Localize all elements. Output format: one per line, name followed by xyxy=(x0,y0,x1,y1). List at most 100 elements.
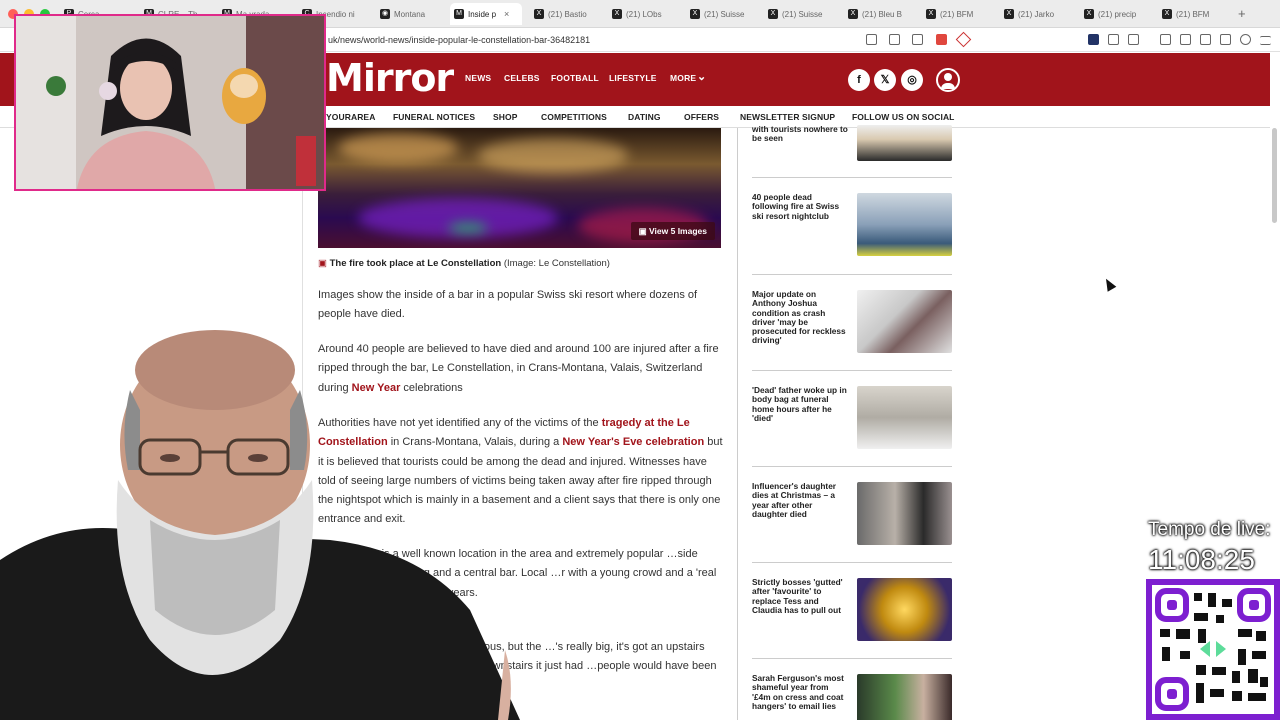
sidebar-story[interactable]: 'Dead' father woke up in body bag at fun… xyxy=(752,385,952,466)
tab-favicon-icon: X xyxy=(848,9,858,19)
facebook-icon[interactable]: f xyxy=(848,69,870,91)
new-years-eve-link[interactable]: New Year's Eve celebration xyxy=(562,436,704,448)
extension-icon[interactable] xyxy=(1088,34,1099,45)
sidebar-story-title[interactable]: Strictly bosses 'gutted' after 'favourit… xyxy=(752,577,848,615)
sidebar-separator xyxy=(752,562,952,563)
subnav-competitions[interactable]: COMPETITIONS xyxy=(541,112,607,122)
reader-icon[interactable] xyxy=(866,34,877,45)
live-timer: 11:08:25 xyxy=(1148,544,1255,575)
share-icon[interactable] xyxy=(912,34,923,45)
sidebar-story-thumbnail[interactable] xyxy=(857,290,952,353)
leo-icon[interactable] xyxy=(1220,34,1231,45)
nav-news[interactable]: NEWS xyxy=(465,73,491,83)
tab-favicon-icon: X xyxy=(1004,9,1014,19)
rewards-icon[interactable] xyxy=(955,31,972,48)
sidebar-story-thumbnail[interactable] xyxy=(857,578,952,641)
tab-favicon-icon: X xyxy=(1084,9,1094,19)
sidebar-story-title[interactable]: with tourists nowhere to be seen xyxy=(752,124,848,144)
camera-icon: ▣ xyxy=(638,226,650,236)
view-images-button[interactable]: ▣ View 5 Images xyxy=(630,222,715,240)
sidebar-separator xyxy=(752,177,952,178)
browser-tab[interactable]: ◉ Montana xyxy=(376,5,446,23)
tab-label: (21) precip xyxy=(1098,9,1137,19)
sidebar-story-title[interactable]: 40 people dead following fire at Swiss s… xyxy=(752,192,848,221)
screen: PCercaMCLRE – ThMMa vradaCIncendio ni◉Mo… xyxy=(0,0,1280,720)
browser-tab[interactable]: X (21) Bleu B xyxy=(844,5,914,23)
sidebar-story-title[interactable]: Sarah Ferguson's most shameful year from… xyxy=(752,673,848,711)
page-scrollbar[interactable] xyxy=(1272,128,1277,223)
x-icon[interactable]: 𝕏 xyxy=(874,69,896,91)
sidebar-story[interactable]: Major update on Anthony Joshua condition… xyxy=(752,289,952,370)
wallet-icon[interactable] xyxy=(1200,34,1211,45)
sidebar-story-thumbnail[interactable] xyxy=(857,193,952,256)
sidebar-story-thumbnail[interactable] xyxy=(857,482,952,545)
close-tab-icon[interactable]: × xyxy=(504,9,509,19)
download-icon[interactable] xyxy=(1160,34,1171,45)
tab-favicon-icon: X xyxy=(690,9,700,19)
screenshot-icon[interactable] xyxy=(1128,34,1139,45)
browser-tab[interactable]: X (21) Bastio xyxy=(530,5,600,23)
subnav-funeral-notices[interactable]: FUNERAL NOTICES xyxy=(393,112,475,122)
sidebar-story-thumbnail[interactable] xyxy=(857,674,952,720)
browser-tab[interactable]: X (21) precip xyxy=(1080,5,1150,23)
menu-icon[interactable] xyxy=(1260,36,1271,45)
mirror-logo[interactable]: Mirror xyxy=(326,56,454,100)
browser-tab[interactable]: X (21) BFM xyxy=(922,5,992,23)
account-icon[interactable] xyxy=(936,68,960,92)
tab-label: (21) LObs xyxy=(626,9,662,19)
sidebar-story[interactable]: 40 people dead following fire at Swiss s… xyxy=(752,192,952,273)
brave-shield-icon[interactable] xyxy=(936,34,947,45)
url-field[interactable]: uk/news/world-news/inside-popular-le-con… xyxy=(328,35,590,45)
tab-label: (21) BFM xyxy=(1176,9,1210,19)
bookmark-icon[interactable] xyxy=(889,34,900,45)
browser-tab[interactable]: M Inside p × xyxy=(450,3,522,25)
nav-lifestyle[interactable]: LIFESTYLE xyxy=(609,73,657,83)
tab-label: Montana xyxy=(394,9,426,19)
browser-tab[interactable]: X (21) LObs xyxy=(608,5,678,23)
sidebar-story-thumbnail[interactable] xyxy=(857,386,952,449)
sidebar-icon[interactable] xyxy=(1180,34,1191,45)
tab-label: (21) Bleu B xyxy=(862,9,903,19)
sidebar-separator xyxy=(752,274,952,275)
sidebar-story-title[interactable]: Major update on Anthony Joshua condition… xyxy=(752,289,848,346)
tab-favicon-icon: X xyxy=(926,9,936,19)
subnav-offers[interactable]: OFFERS xyxy=(684,112,719,122)
browser-tab[interactable]: X (21) Suisse xyxy=(686,5,756,23)
streamer-webcam-image xyxy=(16,16,324,189)
column-divider xyxy=(737,128,738,720)
caption-text: The fire took place at Le Constellation xyxy=(329,258,502,269)
tab-label: (21) BFM xyxy=(940,9,974,19)
nav-celebs[interactable]: CELEBS xyxy=(504,73,540,83)
tab-label: (21) Suisse xyxy=(704,9,745,19)
subnav-follow-us[interactable]: FOLLOW US ON SOCIAL xyxy=(852,112,954,122)
subnav-dating[interactable]: DATING xyxy=(628,112,661,122)
tab-label: (21) Bastio xyxy=(548,9,587,19)
caption-credit: (Image: Le Constellation) xyxy=(503,258,610,269)
sidebar-story-title[interactable]: 'Dead' father woke up in body bag at fun… xyxy=(752,385,848,423)
browser-tab[interactable]: X (21) Suisse xyxy=(764,5,834,23)
article-paragraph-1: Images show the inside of a bar in a pop… xyxy=(318,289,698,321)
qr-code-pattern xyxy=(1155,588,1271,711)
nav-more[interactable]: MORE xyxy=(670,73,696,83)
browser-tab[interactable]: X (21) BFM xyxy=(1158,5,1228,23)
camera-icon: ▣ xyxy=(318,258,330,269)
chevron-down-icon[interactable]: ⌄ xyxy=(697,70,706,83)
browser-tab[interactable]: X (21) Jarko xyxy=(1000,5,1070,23)
sidebar-story[interactable]: Influencer's daughter dies at Christmas … xyxy=(752,481,952,562)
article-hero-image[interactable]: ▣ View 5 Images xyxy=(318,128,721,248)
sidebar-story-thumbnail[interactable] xyxy=(857,125,952,161)
qr-code xyxy=(1146,579,1280,720)
tab-favicon-icon: X xyxy=(612,9,622,19)
sidebar-story[interactable]: Strictly bosses 'gutted' after 'favourit… xyxy=(752,577,952,658)
subnav-shop[interactable]: SHOP xyxy=(493,112,518,122)
new-tab-button[interactable]: + xyxy=(1238,6,1246,21)
tab-label: (21) Suisse xyxy=(782,9,823,19)
puzzle-icon[interactable] xyxy=(1108,34,1119,45)
sidebar-story-title[interactable]: Influencer's daughter dies at Christmas … xyxy=(752,481,848,519)
subnav-newsletter-signup[interactable]: NEWSLETTER SIGNUP xyxy=(740,112,835,122)
sidebar-story[interactable]: Sarah Ferguson's most shameful year from… xyxy=(752,673,952,720)
instagram-icon[interactable]: ◎ xyxy=(901,69,923,91)
vpn-icon[interactable] xyxy=(1240,34,1251,45)
subnav-yourarea[interactable]: YOURAREA xyxy=(326,112,375,122)
nav-football[interactable]: FOOTBALL xyxy=(551,73,599,83)
